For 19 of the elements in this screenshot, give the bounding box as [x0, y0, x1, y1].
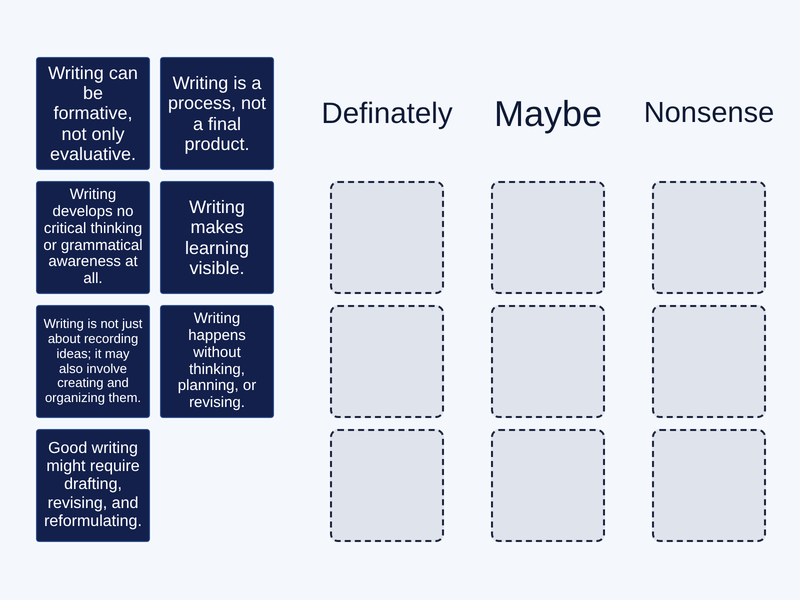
drop-zone[interactable]: [491, 181, 605, 294]
drop-zone[interactable]: [330, 429, 444, 542]
statement-card[interactable]: Writing is not just about recording ideas; it may also involve creating and organizing them.: [36, 305, 150, 418]
statement-card[interactable]: Writing can be formative, not only evaluative.: [36, 57, 150, 170]
drop-zone[interactable]: [491, 305, 605, 418]
drop-zone[interactable]: [491, 429, 605, 542]
statement-card[interactable]: Good writing might require drafting, revising, and reformulating.: [36, 429, 150, 542]
statement-card[interactable]: Writing happens without thinking, planning, or revising.: [160, 305, 274, 418]
statement-card[interactable]: Writing makes learning visible.: [160, 181, 274, 294]
column-heading: Definately: [321, 96, 453, 132]
drop-zone[interactable]: [330, 305, 444, 418]
statement-card[interactable]: Writing is a process, not a final product.: [160, 57, 274, 170]
drop-zone[interactable]: [330, 181, 444, 294]
drop-zone[interactable]: [652, 181, 766, 294]
drop-zone[interactable]: [652, 429, 766, 542]
column-heading: Maybe: [494, 92, 602, 136]
drop-zone[interactable]: [652, 305, 766, 418]
column-heading: Nonsense: [644, 96, 774, 131]
statement-card[interactable]: Writing develops no critical thinking or grammatical awareness at all.: [36, 181, 150, 294]
